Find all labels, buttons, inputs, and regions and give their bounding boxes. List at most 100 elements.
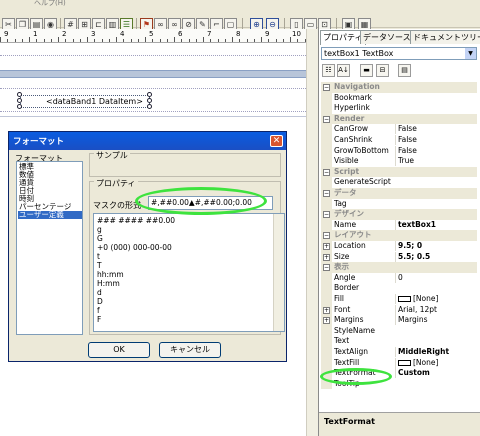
mask-option[interactable]: T [97,261,102,270]
tab-properties[interactable]: プロパティ [320,30,366,45]
chevron-down-icon[interactable]: ▼ [465,48,476,59]
designer-vertical-scrollbar[interactable] [306,29,318,436]
mask-option[interactable]: F [97,315,101,324]
collapse-icon[interactable]: − [323,168,330,176]
property-row-name[interactable]: Name textBox1 [321,219,477,231]
property-row-text[interactable]: Text [321,336,477,347]
resize-handle[interactable] [147,98,152,103]
property-row-canshrink[interactable]: CanShrink False [321,135,477,146]
collapse-icon[interactable]: − [323,115,330,123]
property-row-hyperlink[interactable]: Hyperlink [321,103,477,114]
property-value[interactable]: 5.5; 0.5 [395,251,477,262]
property-value[interactable]: Custom [395,368,477,379]
mask-option[interactable]: +0 (000) 000-00-00 [97,243,172,252]
row-margin [321,103,332,114]
format-item-custom[interactable]: ユーザー定義 [18,211,82,219]
mask-options-list[interactable]: ### #### ##0.00 g G +0 (000) 000-00-00 t… [93,213,285,332]
property-value[interactable]: textBox1 [395,219,477,230]
row-margin [321,124,332,135]
property-value[interactable]: 0 [395,272,477,283]
property-value[interactable]: 9.5; 0 [395,241,477,251]
expand-icon[interactable]: + [323,253,330,261]
property-category[interactable]: − Render [321,113,477,125]
resize-handle[interactable] [147,92,152,97]
property-row-growtobottom[interactable]: GrowToBottom False [321,145,477,157]
alphabetical-icon[interactable]: A↓ [337,64,350,77]
ruler-tick [174,37,175,42]
property-row-fill[interactable]: Fill [None] [321,294,477,305]
resize-handle[interactable] [17,104,22,109]
menu-bar: ヘルプ(H) [0,0,480,8]
resize-handle[interactable] [17,98,22,103]
property-name: Fill [334,294,345,303]
property-row-cangrow[interactable]: CanGrow False [321,124,477,135]
tab-datasource[interactable]: データソース [360,30,414,44]
property-value[interactable]: False [395,145,477,156]
property-row-font[interactable]: + Font Arial, 12pt [321,304,477,316]
mask-option[interactable]: f [97,306,100,315]
property-row-border[interactable]: Border [321,283,477,294]
property-row-tag[interactable]: Tag [321,198,477,210]
format-list[interactable]: 標準 数値 通貨 日付 時刻 パーセンテージ ユーザー定義 [16,161,83,335]
mask-option[interactable]: ### #### ##0.00 [97,216,175,225]
events-icon[interactable]: ⊟ [376,64,389,77]
property-category[interactable]: − Navigation [321,82,477,93]
collapse-icon[interactable]: − [323,211,330,219]
ruler-tick [181,39,183,42]
ruler-number: 6 [178,30,183,38]
dialog-title-bar[interactable]: フォーマット ✕ [9,132,286,150]
tab-document-tree[interactable]: ドキュメントツリー [410,30,480,44]
property-value[interactable]: False [395,135,477,145]
resize-handle[interactable] [147,104,152,109]
property-category[interactable]: − データ [321,188,477,199]
mask-option[interactable]: hh:mm [97,270,124,279]
property-pages-icon[interactable]: ▬ [360,64,373,77]
object-selector[interactable]: textBox1 TextBox ▼ [321,47,477,60]
property-row-textalign[interactable]: TextAlign MiddleRight [321,347,477,358]
property-row-textfill[interactable]: TextFill [None] [321,357,477,369]
property-category[interactable]: − レイアウト [321,230,477,241]
cancel-button[interactable]: キャンセル [159,342,221,358]
collapse-icon[interactable]: − [323,232,330,240]
databand-label[interactable]: <dataBand1 DataItem> [46,97,143,106]
property-value[interactable]: Margins [395,315,477,326]
property-value[interactable]: False [395,124,477,135]
expand-icon[interactable]: + [323,317,330,325]
property-category[interactable]: − デザイン [321,209,477,220]
mask-option[interactable]: G [97,234,103,243]
categorized-icon[interactable]: ☷ [322,64,335,77]
close-icon[interactable]: ✕ [270,135,283,147]
mask-option[interactable]: g [97,225,102,234]
mask-option[interactable]: d [97,288,102,297]
property-value[interactable]: True [395,156,477,167]
property-category[interactable]: − Script [321,166,477,178]
property-value[interactable]: MiddleRight [395,347,477,357]
resize-handle[interactable] [17,92,22,97]
property-value[interactable]: [None] [395,294,477,304]
property-row-generatescript[interactable]: GenerateScript [321,177,477,188]
mask-option[interactable]: H:mm [97,279,120,288]
expand-icon[interactable]: + [323,306,330,314]
property-row-stylename[interactable]: StyleName [321,325,477,337]
property-row-location[interactable]: + Location 9.5; 0 [321,241,477,252]
settings-icon[interactable]: ▤ [398,64,411,77]
property-row-bookmark[interactable]: Bookmark [321,92,477,104]
mask-list-scrollbar[interactable] [273,214,284,331]
property-row-visible[interactable]: Visible True [321,156,477,167]
property-name: Hyperlink [334,103,370,113]
property-category[interactable]: − 表示 [321,262,477,273]
property-value[interactable]: [None] [395,357,477,368]
property-value[interactable]: Arial, 12pt [395,304,477,315]
expand-icon[interactable]: + [323,243,330,250]
collapse-icon[interactable]: − [323,84,330,91]
mask-option[interactable]: D [97,297,103,306]
menu-help[interactable]: ヘルプ(H) [34,0,66,8]
mask-option[interactable]: t [97,252,100,261]
property-row-size[interactable]: + Size 5.5; 0.5 [321,251,477,263]
collapse-icon[interactable]: − [323,264,330,272]
ok-button[interactable]: OK [88,342,150,358]
property-row-margins[interactable]: + Margins Margins [321,315,477,326]
property-row-angle[interactable]: Angle 0 [321,272,477,284]
band-header[interactable] [0,70,306,78]
collapse-icon[interactable]: − [323,190,330,197]
